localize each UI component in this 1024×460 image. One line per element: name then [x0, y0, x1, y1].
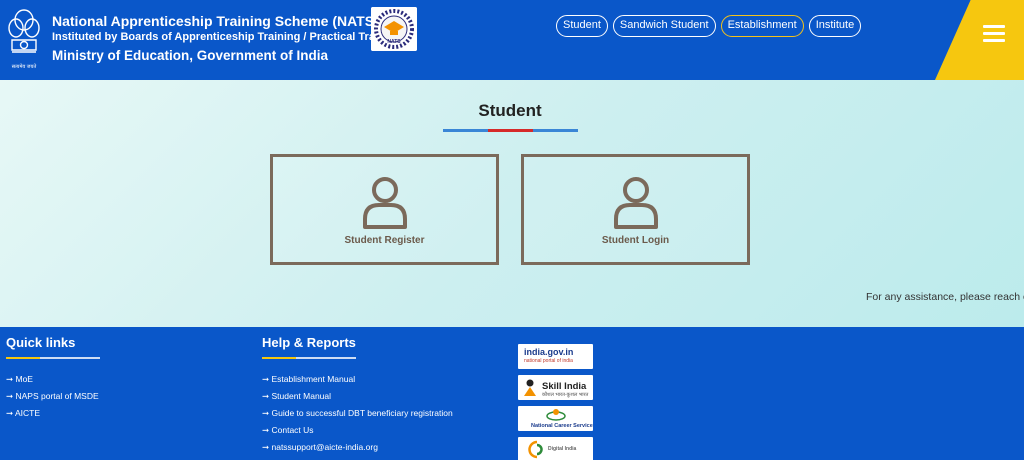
heading-underline [262, 357, 356, 359]
student-register-card[interactable]: Student Register [270, 154, 499, 265]
ministry-name: Ministry of Education, Government of Ind… [52, 48, 329, 63]
student-section: Student Student Register Student Login F… [0, 80, 1024, 327]
national-career-service-logo[interactable]: National Career Service [518, 406, 593, 431]
title-underline [443, 129, 578, 132]
section-title: Student [478, 101, 542, 120]
help-reports-section: Help & Reports ➞ Establishment Manual ➞ … [262, 335, 453, 456]
nav-sandwich-student[interactable]: Sandwich Student [612, 15, 716, 37]
ncs-emblem-icon [546, 409, 566, 421]
main-nav: Student Sandwich Student Establishment I… [556, 15, 862, 37]
user-icon [613, 177, 658, 229]
national-emblem-icon: सत्यमेव जयते [8, 9, 40, 70]
svg-text:सत्यमेव जयते: सत्यमेव जयते [12, 63, 37, 70]
header-accent [935, 0, 1024, 80]
footer-link-contact-us[interactable]: ➞ Contact Us [262, 422, 453, 439]
nav-institute[interactable]: Institute [808, 15, 862, 37]
user-icon [362, 177, 407, 229]
footer-link-moe[interactable]: ➞ MoE [6, 371, 100, 388]
student-register-label: Student Register [344, 235, 425, 246]
help-reports-title: Help & Reports [262, 335, 356, 350]
header-titles: National Apprenticeship Training Scheme … [52, 12, 401, 66]
digital-india-logo[interactable]: Digital India [518, 437, 593, 460]
footer-link-aicte[interactable]: ➞ AICTE [6, 405, 100, 422]
footer-link-student-manual[interactable]: ➞ Student Manual [262, 388, 453, 405]
assistance-text: For any assistance, please reach o [866, 291, 1024, 303]
heading-underline [6, 357, 100, 359]
student-login-label: Student Login [601, 235, 670, 246]
student-login-card[interactable]: Student Login [521, 154, 750, 265]
site-subtitle: Instituted by Boards of Apprenticeship T… [52, 31, 402, 43]
india-gov-logo[interactable]: india.gov.in national portal of india [518, 344, 593, 369]
quick-links-title: Quick links [6, 335, 76, 350]
quick-links-section: Quick links ➞ MoE ➞ NAPS portal of MSDE … [6, 335, 100, 422]
hamburger-menu-icon[interactable] [983, 25, 1005, 43]
nats-logo-icon[interactable]: NATS [371, 7, 417, 51]
digital-india-emblem-icon [528, 440, 543, 459]
nav-establishment[interactable]: Establishment [720, 15, 804, 37]
site-header: सत्यमेव जयते National Apprenticeship Tra… [0, 0, 1024, 80]
nav-student[interactable]: Student [556, 15, 608, 37]
skill-india-emblem-icon [524, 379, 536, 396]
footer-link-dbt-guide[interactable]: ➞ Guide to successful DBT beneficiary re… [262, 405, 453, 422]
footer-link-establishment-manual[interactable]: ➞ Establishment Manual [262, 371, 453, 388]
site-title: National Apprenticeship Training Scheme … [52, 13, 379, 29]
svg-text:NATS: NATS [387, 39, 401, 45]
partner-logos: india.gov.in national portal of india Sk… [518, 344, 593, 460]
site-footer: Quick links ➞ MoE ➞ NAPS portal of MSDE … [0, 327, 1024, 460]
footer-link-naps[interactable]: ➞ NAPS portal of MSDE [6, 388, 100, 405]
skill-india-logo[interactable]: Skill India कौशल भारत-कुशल भारत [518, 375, 593, 400]
footer-link-support-email[interactable]: ➞ natssupport@aicte-india.org [262, 439, 453, 456]
